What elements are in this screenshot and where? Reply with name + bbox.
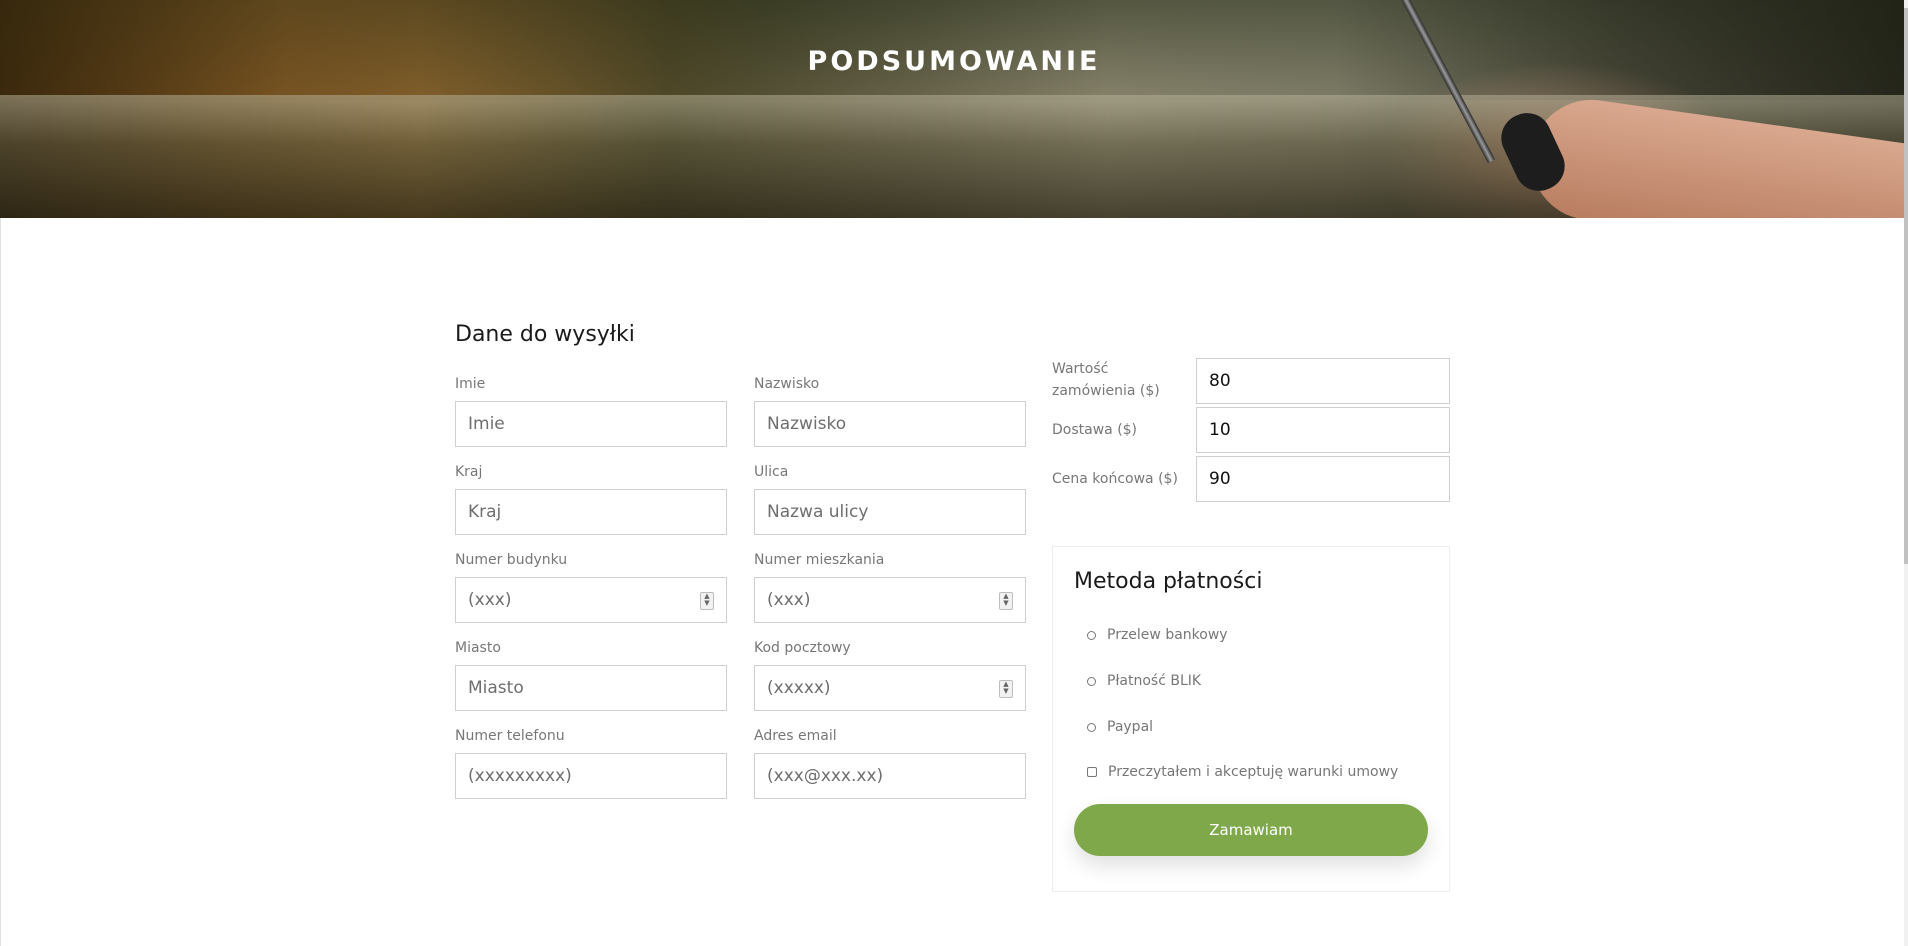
order-button[interactable]: Zamawiam bbox=[1074, 804, 1428, 856]
radio-button[interactable] bbox=[1087, 630, 1096, 640]
email-input[interactable] bbox=[755, 754, 1025, 798]
order-summary: Wartość zamówienia ($) Dostawa ($) Cena … bbox=[1052, 358, 1450, 505]
country-box bbox=[455, 489, 727, 535]
apartment-number-label: Numer mieszkania bbox=[754, 552, 885, 568]
payment-option-label: Przelew bankowy bbox=[1107, 627, 1228, 643]
last-name-box bbox=[754, 401, 1026, 447]
first-name-box bbox=[455, 401, 727, 447]
last-name-input[interactable] bbox=[755, 402, 1025, 446]
city-field: Miasto bbox=[455, 641, 727, 711]
phone-label: Numer telefonu bbox=[455, 728, 565, 744]
street-box bbox=[754, 489, 1026, 535]
city-label: Miasto bbox=[455, 640, 501, 656]
building-number-label: Numer budynku bbox=[455, 552, 568, 568]
terms-checkbox-row[interactable]: Przeczytałem i akceptuję warunki umowy bbox=[1087, 764, 1398, 780]
order-value-input[interactable] bbox=[1197, 359, 1449, 403]
terms-label: Przeczytałem i akceptuję warunki umowy bbox=[1108, 764, 1399, 780]
order-value-box bbox=[1196, 358, 1450, 404]
order-value-row: Wartość zamówienia ($) bbox=[1052, 358, 1450, 407]
building-number-stepper[interactable]: ▲ ▼ bbox=[700, 592, 714, 610]
postal-code-field: Kod pocztowy ▲▼ bbox=[754, 641, 1026, 711]
page-title: PODSUMOWANIE bbox=[807, 46, 1101, 77]
hero-banner: PODSUMOWANIE bbox=[0, 0, 1908, 218]
last-name-label: Nazwisko bbox=[754, 376, 820, 392]
building-number-field: Numer budynku ▲▼ bbox=[455, 553, 727, 623]
building-number-input[interactable] bbox=[456, 578, 726, 622]
first-name-label: Imie bbox=[455, 376, 486, 392]
postal-code-stepper[interactable]: ▲ ▼ bbox=[999, 680, 1013, 698]
payment-option-label: Paypal bbox=[1107, 719, 1154, 735]
city-box bbox=[455, 665, 727, 711]
shipping-title: Dane do wysyłki bbox=[455, 322, 635, 347]
postal-code-box: ▲▼ bbox=[754, 665, 1026, 711]
final-price-row: Cena końcowa ($) bbox=[1052, 456, 1450, 505]
first-name-field: Imie bbox=[455, 377, 727, 447]
payment-title: Metoda płatności bbox=[1074, 569, 1263, 594]
street-field: Ulica bbox=[754, 465, 1026, 535]
scrollbar-thumb[interactable] bbox=[1904, 8, 1908, 564]
order-value-label: Wartość zamówienia ($) bbox=[1052, 361, 1160, 399]
postal-code-input[interactable] bbox=[755, 666, 1025, 710]
phone-field: Numer telefonu bbox=[455, 729, 727, 799]
last-name-field: Nazwisko bbox=[754, 377, 1026, 447]
building-number-box: ▲▼ bbox=[455, 577, 727, 623]
payment-option-label: Płatność BLIK bbox=[1107, 673, 1202, 689]
delivery-row: Dostawa ($) bbox=[1052, 407, 1450, 456]
country-field: Kraj bbox=[455, 465, 727, 535]
email-label: Adres email bbox=[754, 728, 837, 744]
street-label: Ulica bbox=[754, 464, 789, 480]
final-price-input[interactable] bbox=[1197, 457, 1449, 501]
shipping-fields-grid: Imie Nazwisko Kraj Ulica Numer budynku ▲… bbox=[455, 377, 1026, 799]
phone-box bbox=[455, 753, 727, 799]
apartment-number-stepper[interactable]: ▲ ▼ bbox=[999, 592, 1013, 610]
email-box bbox=[754, 753, 1026, 799]
payment-option-paypal[interactable]: Paypal bbox=[1087, 719, 1153, 735]
terms-checkbox[interactable] bbox=[1087, 767, 1097, 777]
delivery-input[interactable] bbox=[1197, 408, 1449, 452]
payment-panel: Metoda płatności Przelew bankowy Płatnoś… bbox=[1052, 546, 1450, 892]
email-field: Adres email bbox=[754, 729, 1026, 799]
payment-option-bank-transfer[interactable]: Przelew bankowy bbox=[1087, 627, 1228, 643]
final-price-label: Cena końcowa ($) bbox=[1052, 471, 1178, 487]
radio-button[interactable] bbox=[1087, 676, 1096, 686]
postal-code-label: Kod pocztowy bbox=[754, 640, 851, 656]
apartment-number-field: Numer mieszkania ▲▼ bbox=[754, 553, 1026, 623]
apartment-number-input[interactable] bbox=[755, 578, 1025, 622]
country-label: Kraj bbox=[455, 464, 483, 480]
country-input[interactable] bbox=[456, 490, 726, 534]
phone-input[interactable] bbox=[456, 754, 726, 798]
radio-button[interactable] bbox=[1087, 722, 1096, 732]
shipping-form: Dane do wysyłki Imie Nazwisko Kraj Ulica… bbox=[455, 322, 1026, 799]
final-price-box bbox=[1196, 456, 1450, 502]
apartment-number-box: ▲▼ bbox=[754, 577, 1026, 623]
delivery-box bbox=[1196, 407, 1450, 453]
first-name-input[interactable] bbox=[456, 402, 726, 446]
city-input[interactable] bbox=[456, 666, 726, 710]
payment-option-blik[interactable]: Płatność BLIK bbox=[1087, 673, 1201, 689]
content-divider bbox=[0, 218, 1, 946]
delivery-label: Dostawa ($) bbox=[1052, 422, 1138, 438]
street-input[interactable] bbox=[755, 490, 1025, 534]
